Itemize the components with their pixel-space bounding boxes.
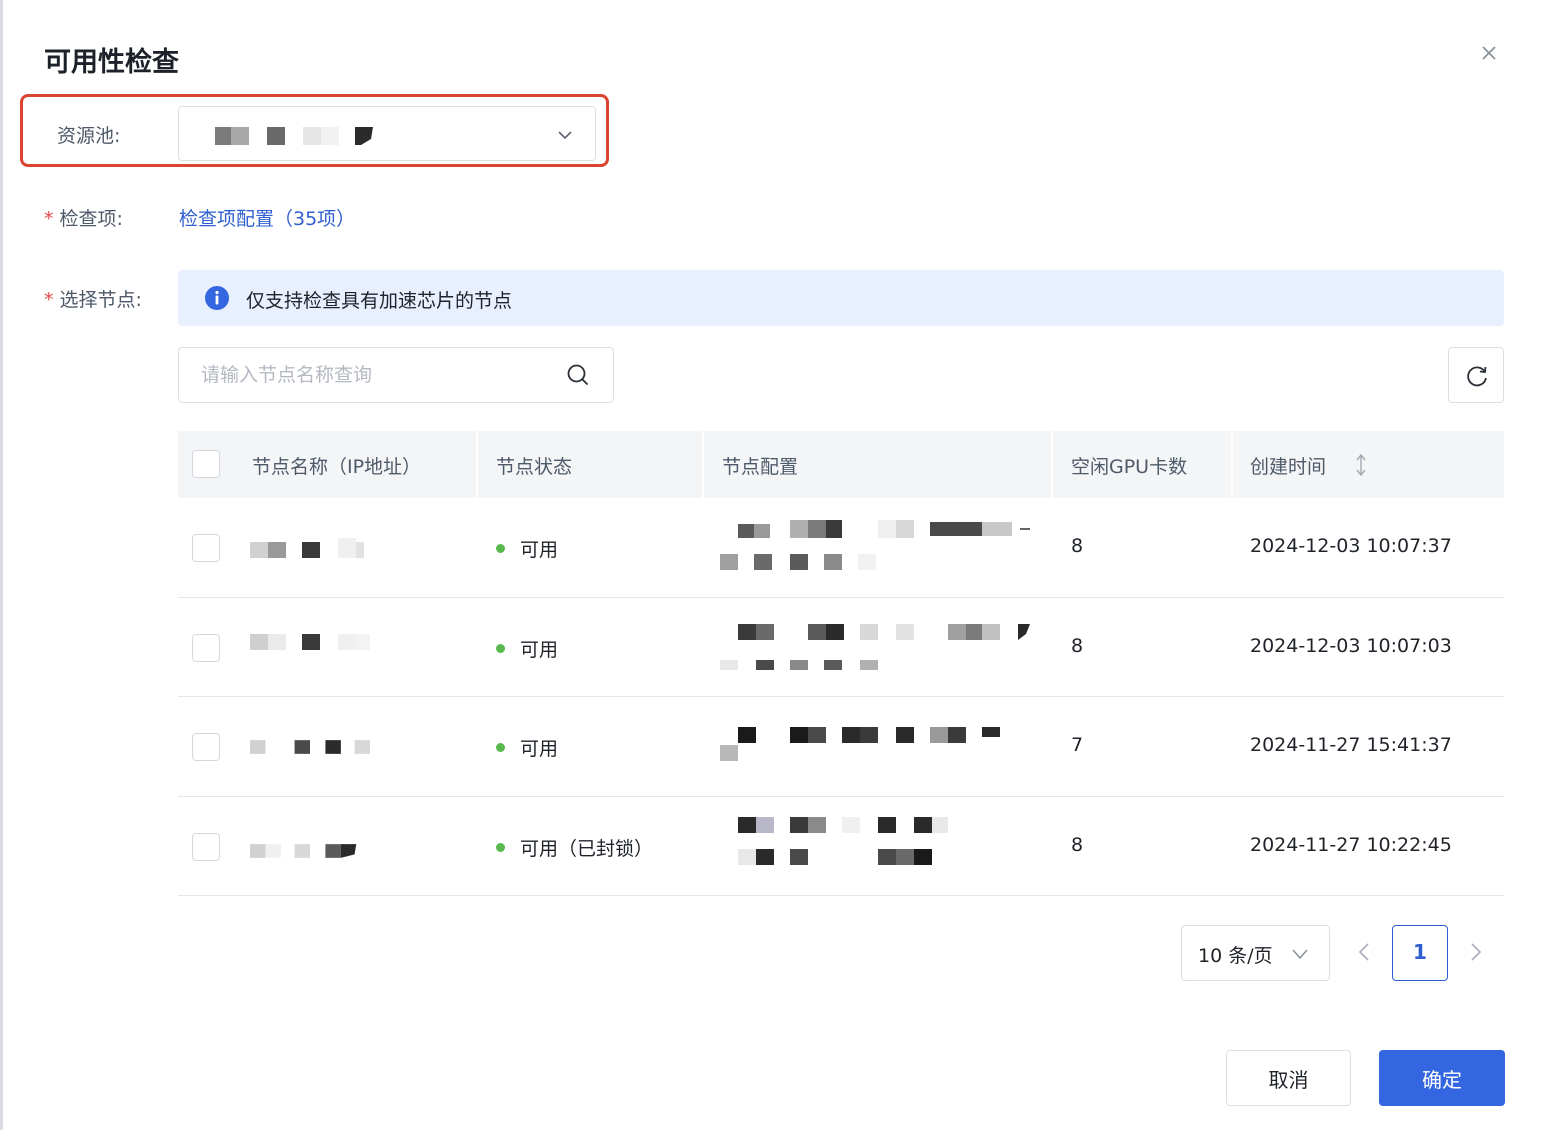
node-table: 节点名称（IP地址） 节点状态 节点配置 空闲GPU卡数 创建时间 可用 8 2… bbox=[178, 431, 1504, 896]
column-header-gpu: 空闲GPU卡数 bbox=[1071, 456, 1188, 478]
page-number-current[interactable]: 1 bbox=[1392, 925, 1448, 981]
table-row[interactable]: 可用（已封锁） 8 2024-11-27 10:22:45 bbox=[178, 797, 1504, 896]
row-checkbox[interactable] bbox=[192, 534, 220, 562]
status-dot bbox=[496, 643, 505, 653]
page-size-select[interactable]: 10 条/页 bbox=[1181, 925, 1330, 981]
chevron-right-icon[interactable] bbox=[1466, 940, 1486, 964]
row-checkbox[interactable] bbox=[192, 733, 220, 761]
chevron-down-icon bbox=[558, 131, 572, 140]
column-header-created[interactable]: 创建时间 bbox=[1250, 452, 1326, 479]
column-header-config: 节点配置 bbox=[722, 456, 799, 478]
redacted-node-name bbox=[250, 633, 370, 650]
table-row[interactable]: 可用 7 2024-11-27 15:41:37 bbox=[178, 697, 1504, 797]
column-divider bbox=[1231, 431, 1233, 498]
redacted-node-name bbox=[250, 538, 364, 558]
info-icon bbox=[205, 286, 229, 310]
free-gpu-count: 8 bbox=[1071, 833, 1084, 856]
node-status: 可用 bbox=[520, 638, 559, 661]
select-all-checkbox[interactable] bbox=[192, 450, 220, 478]
row-checkbox[interactable] bbox=[192, 633, 220, 662]
info-text: 仅支持检查具有加速芯片的节点 bbox=[246, 290, 513, 312]
redacted-node-config bbox=[738, 816, 948, 865]
redacted-node-config bbox=[720, 727, 1000, 761]
refresh-icon bbox=[1467, 366, 1487, 387]
column-divider bbox=[1051, 431, 1053, 498]
status-dot bbox=[496, 842, 505, 852]
redacted-node-name bbox=[250, 843, 357, 858]
column-header-status: 节点状态 bbox=[496, 456, 573, 478]
dialog-title: 可用性检查 bbox=[44, 47, 179, 78]
created-time: 2024-11-27 10:22:45 bbox=[1250, 833, 1452, 856]
redacted-node-name bbox=[250, 740, 370, 754]
check-items-label: * 检查项: bbox=[44, 208, 123, 230]
chevron-down-icon bbox=[1292, 949, 1308, 960]
select-nodes-label: * 选择节点: bbox=[44, 289, 142, 311]
node-status: 可用 bbox=[520, 738, 559, 760]
status-dot bbox=[496, 544, 505, 553]
free-gpu-count: 7 bbox=[1071, 734, 1084, 756]
background-edge bbox=[0, 0, 3, 1130]
node-status: 可用（已封锁） bbox=[520, 837, 654, 860]
cancel-button[interactable]: 取消 bbox=[1226, 1050, 1351, 1106]
created-time: 2024-12-03 10:07:37 bbox=[1250, 535, 1452, 557]
node-search-input[interactable] bbox=[201, 360, 541, 390]
info-banner: 仅支持检查具有加速芯片的节点 bbox=[178, 270, 1504, 326]
confirm-button[interactable]: 确定 bbox=[1379, 1050, 1505, 1106]
status-dot bbox=[496, 743, 505, 752]
search-icon[interactable] bbox=[565, 362, 591, 388]
redacted-node-config bbox=[720, 623, 1030, 670]
redacted-pool-name bbox=[215, 127, 373, 145]
close-icon[interactable] bbox=[1476, 40, 1502, 66]
redacted-node-config bbox=[720, 520, 1030, 570]
pool-label: 资源池: bbox=[57, 125, 121, 147]
table-row[interactable]: 可用 8 2024-12-03 10:07:03 bbox=[178, 598, 1504, 697]
search-box bbox=[178, 347, 614, 403]
refresh-button[interactable] bbox=[1448, 347, 1504, 403]
free-gpu-count: 8 bbox=[1071, 535, 1084, 557]
chevron-left-icon[interactable] bbox=[1354, 940, 1374, 964]
page-size-label: 10 条/页 bbox=[1198, 945, 1273, 967]
resource-pool-select[interactable] bbox=[178, 106, 596, 161]
column-header-name: 节点名称（IP地址） bbox=[252, 456, 422, 478]
node-status: 可用 bbox=[520, 539, 559, 561]
column-divider bbox=[476, 431, 478, 498]
table-row[interactable]: 可用 8 2024-12-03 10:07:37 bbox=[178, 498, 1504, 598]
column-divider bbox=[702, 431, 704, 498]
created-time: 2024-12-03 10:07:03 bbox=[1250, 634, 1452, 657]
free-gpu-count: 8 bbox=[1071, 634, 1084, 657]
table-header: 节点名称（IP地址） 节点状态 节点配置 空闲GPU卡数 创建时间 bbox=[178, 431, 1504, 498]
sort-icon[interactable] bbox=[1352, 452, 1370, 478]
check-config-link[interactable]: 检查项配置（35项） bbox=[179, 204, 355, 231]
row-checkbox[interactable] bbox=[192, 832, 220, 861]
created-time: 2024-11-27 15:41:37 bbox=[1250, 734, 1452, 756]
